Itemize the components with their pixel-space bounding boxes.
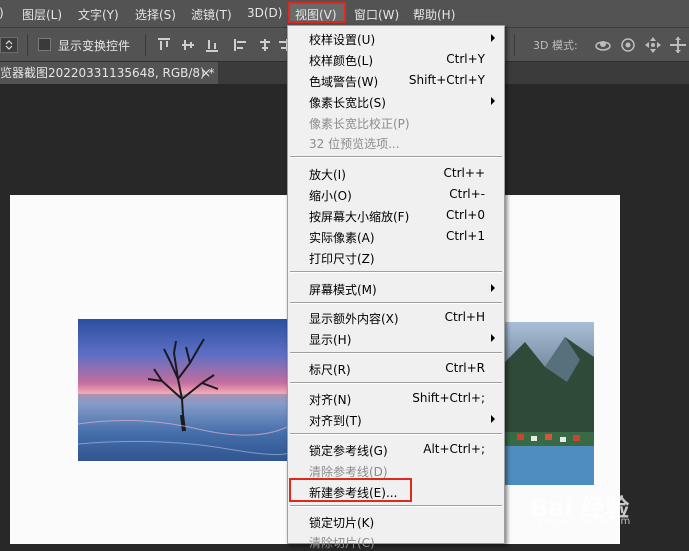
menu-separator xyxy=(290,382,502,384)
menu-layer[interactable]: 图层(L) xyxy=(22,6,62,23)
menu-bar: ) 图层(L) 文字(Y) 选择(S) 滤镜(T) 3D(D) 视图(V) 窗口… xyxy=(0,0,689,28)
menu-separator xyxy=(290,352,502,354)
show-transform-controls-checkbox[interactable] xyxy=(38,38,51,51)
menu-3d[interactable]: 3D(D) xyxy=(247,6,282,20)
align-hcenter-icon[interactable] xyxy=(257,37,273,53)
submenu-arrow-icon xyxy=(491,284,495,292)
menu-window[interactable]: 窗口(W) xyxy=(354,6,399,23)
baidu-watermark-url: jingyan.baidu.com xyxy=(538,516,631,527)
menu-type[interactable]: 文字(Y) xyxy=(78,6,119,23)
align-bottom-icon[interactable] xyxy=(204,37,220,53)
document-tab[interactable]: 览器截图20220331135648, RGB/8) * × xyxy=(0,62,218,84)
menu-separator xyxy=(290,271,502,273)
mountain-village-photo xyxy=(505,322,594,485)
submenu-arrow-icon xyxy=(491,34,495,42)
menu-item-pixel-aspect-ratio[interactable]: 像素长宽比(S) xyxy=(288,91,504,111)
3d-rotate-icon[interactable] xyxy=(594,36,612,54)
view-menu-dropdown: 校样设置(U) 校样颜色(L) Ctrl+Y 色域警告(W) Shift+Ctrl+… xyxy=(287,25,505,550)
menu-item-clear-guides: 清除参考线(D) xyxy=(309,465,388,479)
new-guide-highlight-box xyxy=(289,478,412,502)
menu-view[interactable]: 视图(V) xyxy=(295,6,337,23)
menu-item-zoom-out[interactable]: 缩小(O) Ctrl+- xyxy=(288,184,504,204)
menu-item-pixel-aspect-correction: 像素长宽比校正(P) xyxy=(309,117,410,131)
align-vcenter-icon[interactable] xyxy=(180,37,196,53)
menu-item-gamut-warning[interactable]: 色域警告(W) Shift+Ctrl+Y xyxy=(288,70,504,90)
align-top-icon[interactable] xyxy=(156,37,172,53)
menu-filter[interactable]: 滤镜(T) xyxy=(191,6,232,23)
submenu-arrow-icon xyxy=(491,97,495,105)
sunset-tree-photo xyxy=(78,319,291,461)
show-transform-controls-label: 显示变换控件 xyxy=(58,39,131,53)
menu-item-proof-colors[interactable]: 校样颜色(L) Ctrl+Y xyxy=(288,49,504,69)
menu-item-proof-setup[interactable]: 校样设置(U) xyxy=(288,28,504,48)
menu-item-fit-on-screen[interactable]: 按屏幕大小缩放(F) Ctrl+0 xyxy=(288,205,504,225)
align-left-icon[interactable] xyxy=(233,37,249,53)
tool-preset-dropdown[interactable] xyxy=(0,37,18,53)
menu-separator xyxy=(290,156,502,158)
menu-item-actual-pixels[interactable]: 实际像素(A) Ctrl+1 xyxy=(288,226,504,246)
submenu-arrow-icon xyxy=(491,334,495,342)
menu-item-extras[interactable]: 显示额外内容(X) Ctrl+H xyxy=(288,307,504,327)
divider xyxy=(27,34,28,56)
3d-pan-icon[interactable] xyxy=(644,36,662,54)
menu-item-zoom-in[interactable]: 放大(I) Ctrl++ xyxy=(288,163,504,183)
menu-item-show[interactable]: 显示(H) xyxy=(288,328,504,348)
menu-help[interactable]: 帮助(H) xyxy=(413,6,455,23)
menu-item-clear-slices: 清除切片(C) xyxy=(309,536,375,550)
menu-item-lock-slices[interactable]: 锁定切片(K) xyxy=(288,511,504,531)
menu-image[interactable]: ) xyxy=(0,6,4,20)
menu-item-32bit-preview: 32 位预览选项... xyxy=(309,137,400,151)
menu-separator xyxy=(290,302,502,304)
document-tab-title: 览器截图20220331135648, RGB/8) * xyxy=(0,66,215,80)
menu-separator xyxy=(290,505,502,507)
3d-slide-icon[interactable] xyxy=(669,36,687,54)
menu-item-screen-mode[interactable]: 屏幕模式(M) xyxy=(288,278,504,298)
3d-roll-icon[interactable] xyxy=(619,36,637,54)
chevron-updown-icon xyxy=(5,40,13,50)
menu-item-lock-guides[interactable]: 锁定参考线(G) Alt+Ctrl+; xyxy=(288,439,504,459)
menu-item-rulers[interactable]: 标尺(R) Ctrl+R xyxy=(288,358,504,378)
menu-item-snap[interactable]: 对齐(N) Shift+Ctrl+; xyxy=(288,388,504,408)
menu-separator xyxy=(290,433,502,435)
submenu-arrow-icon xyxy=(491,415,495,423)
divider xyxy=(514,34,515,56)
menu-item-print-size[interactable]: 打印尺寸(Z) xyxy=(288,247,504,267)
menu-select[interactable]: 选择(S) xyxy=(135,6,176,23)
3d-mode-label: 3D 模式: xyxy=(533,39,578,52)
divider xyxy=(145,34,146,56)
close-tab-icon[interactable]: × xyxy=(201,62,211,84)
menu-item-snap-to[interactable]: 对齐到(T) xyxy=(288,409,504,429)
